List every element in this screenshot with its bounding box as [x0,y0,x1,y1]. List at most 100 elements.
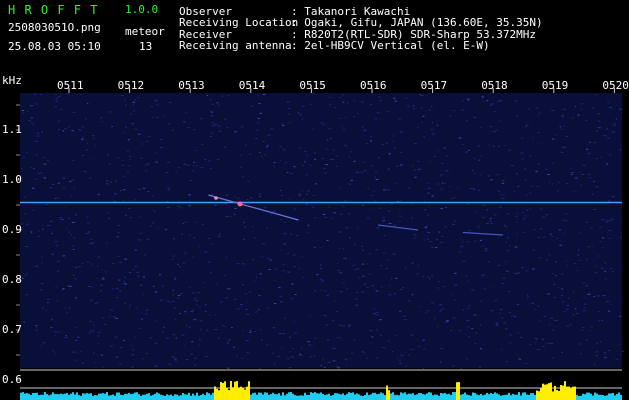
noise-pixel [37,132,39,134]
level-bar [64,393,66,400]
noise-pixel [620,236,622,238]
noise-pixel [91,242,93,244]
noise-pixel [346,364,348,366]
noise-pixel [237,197,240,199]
noise-pixel [326,139,329,141]
noise-pixel [199,245,201,247]
noise-pixel [167,161,170,163]
noise-pixel [278,333,282,335]
noise-pixel [441,308,444,310]
noise-pixel [445,170,449,172]
noise-pixel [369,104,373,106]
noise-pixel [603,135,607,137]
level-bar [516,394,518,400]
noise-pixel [258,151,261,153]
noise-pixel [145,170,147,172]
noise-pixel [353,100,355,102]
noise-pixel [339,117,342,119]
noise-pixel [342,258,345,260]
noise-pixel [522,212,524,214]
noise-pixel [595,94,598,96]
noise-pixel [68,307,71,309]
noise-pixel [366,357,369,359]
noise-pixel [283,243,287,245]
level-bar [386,385,388,400]
level-bar [220,382,222,400]
noise-pixel [302,106,305,107]
noise-pixel [21,277,25,279]
noise-pixel [110,181,112,183]
noise-pixel [175,318,177,320]
level-bar [46,394,48,400]
noise-pixel [515,215,518,217]
noise-pixel [214,329,218,330]
noise-pixel [65,228,67,230]
noise-pixel [430,128,433,130]
meteor-label: meteor [125,25,165,38]
noise-pixel [294,321,296,323]
noise-pixel [368,274,371,275]
noise-pixel [552,162,554,164]
x-tick-label: 0516 [360,79,387,92]
noise-pixel [612,196,614,198]
level-bar [80,395,82,400]
y-tick-label: 1.0 [2,173,22,186]
noise-pixel [49,220,53,222]
noise-pixel [37,235,40,237]
noise-pixel [587,246,590,248]
noise-pixel [226,194,229,196]
noise-pixel [91,263,93,265]
noise-pixel [423,348,426,350]
noise-pixel [355,298,358,300]
noise-pixel [521,137,523,139]
noise-pixel [597,113,601,115]
noise-pixel [381,144,384,145]
noise-pixel [462,309,465,311]
noise-pixel [555,274,557,276]
level-bar [224,381,226,400]
noise-pixel [388,153,391,155]
level-bar [274,394,276,400]
noise-pixel [525,124,529,126]
noise-pixel [290,173,293,175]
noise-pixel [59,217,62,219]
noise-pixel [36,327,38,329]
noise-pixel [426,183,428,184]
noise-pixel [294,294,297,295]
level-bar [154,393,156,400]
noise-pixel [525,126,527,127]
noise-pixel [246,340,249,342]
noise-pixel [111,126,113,128]
noise-pixel [302,199,305,201]
level-bar [286,393,288,400]
noise-pixel [293,166,296,168]
noise-pixel [427,238,429,240]
level-bar [410,393,412,400]
noise-pixel [587,153,591,155]
level-bar [278,393,280,400]
level-bar [326,394,328,400]
noise-pixel [441,236,444,237]
noise-pixel [326,240,329,241]
noise-pixel [109,111,112,113]
noise-pixel [114,193,117,195]
noise-pixel [398,118,401,120]
noise-pixel [165,229,168,231]
noise-pixel [117,224,120,226]
noise-pixel [100,117,103,119]
noise-pixel [427,187,431,189]
noise-pixel [396,357,398,359]
noise-pixel [35,154,38,156]
noise-pixel [465,120,468,122]
noise-pixel [440,348,443,350]
noise-pixel [561,115,564,117]
noise-pixel [301,190,303,192]
noise-pixel [565,220,567,222]
noise-pixel [580,184,582,186]
level-bar [314,392,316,400]
noise-pixel [393,224,396,226]
level-bar [88,393,90,400]
noise-pixel [542,345,545,347]
level-bar [66,392,68,400]
noise-pixel [376,357,379,359]
